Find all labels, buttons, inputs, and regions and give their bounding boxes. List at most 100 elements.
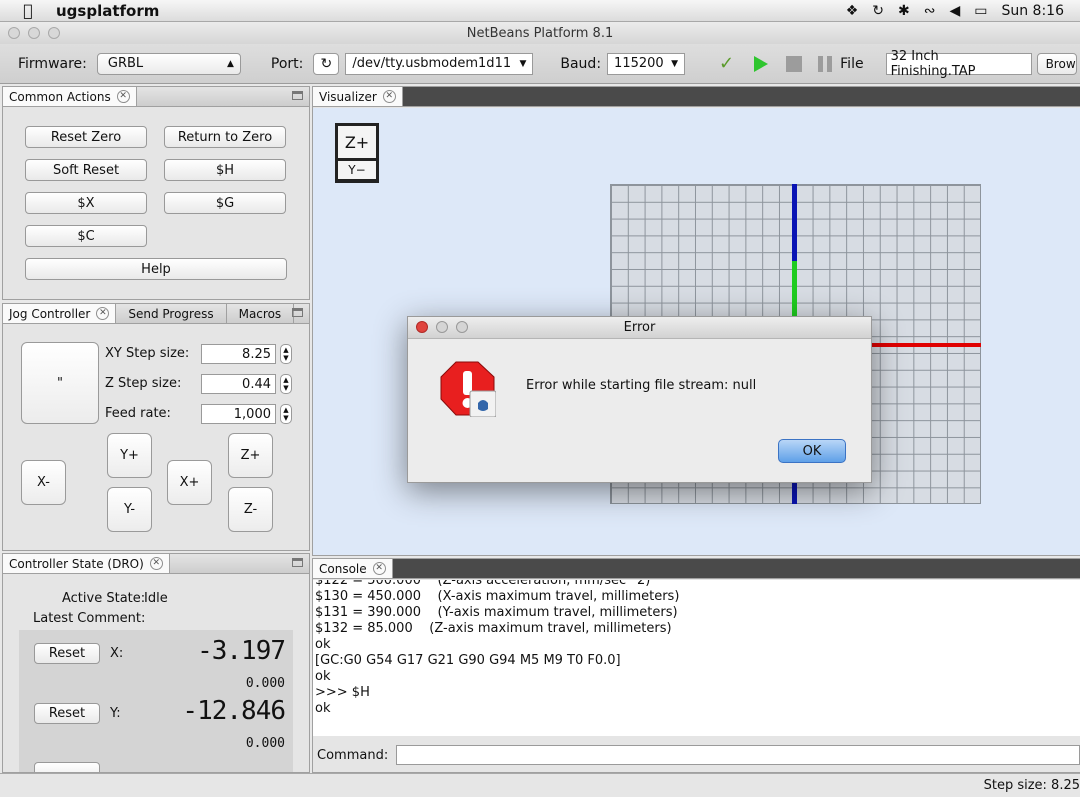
jog-x-plus-button[interactable]: X+ (167, 460, 212, 505)
jog-x-minus-button[interactable]: X- (21, 460, 66, 505)
cube-front-face: Y− (338, 161, 376, 179)
minimize-window-button[interactable] (28, 27, 40, 39)
tab-controller-state[interactable]: Controller State (DRO) ✕ (3, 554, 170, 573)
tab-label: Console (319, 561, 367, 576)
dropbox-icon[interactable]: ❖ (846, 3, 859, 19)
jog-mode-button[interactable]: " (21, 342, 99, 424)
close-window-button[interactable] (8, 27, 20, 39)
app-menu[interactable]: ugsplatform (56, 2, 159, 20)
file-field[interactable]: 32 Inch Finishing.TAP (885, 49, 1032, 79)
volume-icon[interactable]: ◀ (949, 3, 960, 19)
reset-zero-button[interactable]: Reset Zero (25, 126, 147, 148)
common-actions-header: Common Actions ✕ (3, 87, 309, 107)
firmware-label: Firmware: (18, 55, 87, 72)
console-line: $130 = 450.000 (X-axis maximum travel, m… (315, 589, 680, 604)
orientation-cube[interactable]: Z+ Y− (335, 123, 379, 183)
dialog-message: Error while starting file stream: null (526, 378, 757, 393)
help-button[interactable]: Help (25, 258, 287, 280)
ok-button[interactable]: OK (778, 439, 846, 463)
home-button[interactable]: $H (164, 159, 286, 181)
feed-rate-stepper[interactable]: ▲ ▼ (280, 404, 292, 424)
port-select[interactable]: /dev/tty.usbmodem1d11 ▼ (345, 52, 534, 75)
zoom-window-button[interactable] (48, 27, 60, 39)
error-dialog: Error Error while starting file stream: … (407, 316, 872, 483)
connect-icon[interactable]: ✓ (719, 53, 734, 74)
soft-reset-button[interactable]: Soft Reset (25, 159, 147, 181)
firmware-select[interactable]: GRBL ▲︎ (96, 52, 241, 75)
reset-y-button[interactable]: Reset (34, 703, 100, 724)
minimize-panel-icon[interactable] (292, 91, 303, 100)
close-tab-icon[interactable]: ✕ (96, 307, 110, 320)
command-input[interactable] (396, 745, 1080, 765)
y-position-value: -12.846 (182, 696, 286, 726)
port-value: /dev/tty.usbmodem1d11 (352, 56, 512, 71)
tab-send-progress[interactable]: Send Progress (116, 304, 227, 323)
dialog-zoom-button[interactable] (456, 321, 468, 333)
command-bar: Command: (313, 739, 1080, 771)
play-icon[interactable] (754, 55, 769, 72)
feed-rate-input[interactable]: 1,000 (201, 404, 276, 424)
x-position-value: -3.197 (197, 636, 286, 666)
wifi-icon[interactable]: ∾ (924, 3, 936, 19)
bluetooth-icon[interactable]: ✱ (898, 3, 910, 19)
jog-y-minus-button[interactable]: Y- (107, 487, 152, 532)
tab-common-actions[interactable]: Common Actions ✕ (3, 87, 137, 106)
stop-icon[interactable] (786, 55, 803, 72)
xy-step-input[interactable]: 8.25 (201, 344, 276, 364)
browse-button[interactable]: Brow (1036, 52, 1077, 75)
common-actions-panel: Common Actions ✕ Reset Zero Return to Ze… (2, 86, 310, 300)
z-step-label: Z Step size: (105, 376, 182, 391)
check-mode-button[interactable]: $C (25, 225, 147, 247)
jog-z-minus-button[interactable]: Z- (228, 487, 273, 532)
toolbar: Firmware: GRBL ▲︎ Port: ↻ /dev/tty.usbmo… (0, 44, 1080, 84)
pause-icon[interactable] (818, 55, 833, 72)
minimize-panel-icon[interactable] (292, 558, 303, 567)
tab-label: Controller State (DRO) (9, 556, 144, 571)
time-machine-icon[interactable]: ↻ (872, 3, 884, 19)
console-line: ok (315, 637, 331, 652)
tab-macros[interactable]: Macros (227, 304, 295, 323)
window-titlebar: NetBeans Platform 8.1 (0, 22, 1080, 44)
dialog-minimize-button[interactable] (436, 321, 448, 333)
step-size-status: Step size: 8.25 (983, 778, 1080, 793)
x-machine-value: 0.000 (245, 676, 285, 691)
gcode-state-button[interactable]: $G (164, 192, 286, 214)
console-header: Console ✕ (313, 559, 1080, 579)
minimize-panel-icon[interactable] (292, 308, 303, 317)
baud-select[interactable]: 115200 ▼ (607, 52, 686, 75)
visualizer-header: Visualizer ✕ (313, 87, 1080, 107)
apple-icon[interactable]:  (0, 1, 56, 20)
status-icons: ❖ ↻ ✱ ∾ ◀ ▭ Sun 8:16 (846, 3, 1080, 19)
close-tab-icon[interactable]: ✕ (149, 557, 163, 570)
dropdown-arrow-icon: ▼ (671, 58, 679, 69)
dialog-close-button[interactable] (416, 321, 428, 333)
unlock-button[interactable]: $X (25, 192, 147, 214)
tab-jog-controller[interactable]: Jog Controller ✕ (3, 304, 117, 323)
z-step-input[interactable]: 0.44 (201, 374, 276, 394)
refresh-icon: ↻ (320, 55, 333, 72)
menubar-clock[interactable]: Sun 8:16 (1001, 3, 1064, 19)
dro-readout-area: Reset X: -3.197 0.000 Reset Y: -12.846 0… (19, 630, 293, 772)
jog-controller-panel: Jog Controller ✕ Send Progress Macros " … (2, 303, 310, 551)
close-tab-icon[interactable]: ✕ (382, 90, 396, 103)
tab-label: Macros (238, 306, 282, 321)
refresh-ports-button[interactable]: ↻ (313, 52, 340, 75)
tab-console[interactable]: Console ✕ (313, 559, 393, 578)
return-to-zero-button[interactable]: Return to Zero (164, 126, 286, 148)
jog-z-plus-button[interactable]: Z+ (228, 433, 273, 478)
menu-bar:  ugsplatform ❖ ↻ ✱ ∾ ◀ ▭ Sun 8:16 (0, 0, 1080, 22)
reset-z-button[interactable] (34, 762, 100, 772)
close-tab-icon[interactable]: ✕ (116, 90, 130, 103)
battery-icon[interactable]: ▭ (974, 3, 987, 19)
command-label: Command: (317, 747, 389, 763)
xy-step-stepper[interactable]: ▲ ▼ (280, 344, 292, 364)
console-line: $131 = 390.000 (Y-axis maximum travel, m… (315, 605, 678, 620)
reset-x-button[interactable]: Reset (34, 643, 100, 664)
console-output[interactable]: $122 = 500.000 (Z-axis acceleration, mm/… (313, 580, 1080, 736)
close-tab-icon[interactable]: ✕ (372, 562, 386, 575)
tab-visualizer[interactable]: Visualizer ✕ (313, 87, 403, 106)
feed-rate-label: Feed rate: (105, 406, 171, 421)
jog-y-plus-button[interactable]: Y+ (107, 433, 152, 478)
z-step-stepper[interactable]: ▲ ▼ (280, 374, 292, 394)
tab-label: Visualizer (319, 89, 377, 104)
